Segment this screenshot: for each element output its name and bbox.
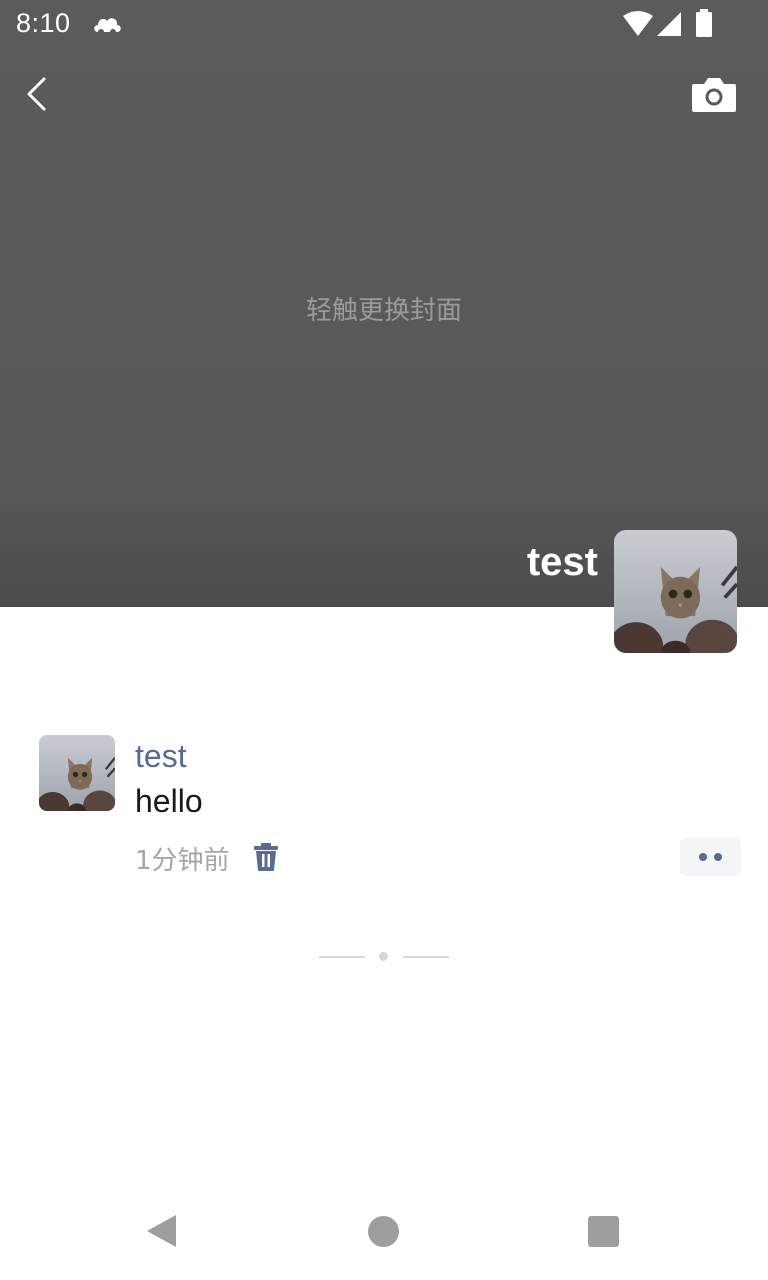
- cloud-app-icon: [94, 18, 121, 35]
- battery-icon: [696, 9, 712, 37]
- change-cover-hint: 轻触更换封面: [305, 296, 462, 326]
- status-bar: 8:10: [0, 0, 768, 48]
- back-arrow-icon: [27, 77, 46, 111]
- delete-post-button[interactable]: [252, 842, 280, 872]
- post-content: hello: [135, 783, 203, 819]
- camera-button[interactable]: [690, 74, 738, 116]
- post-timestamp: 1分钟前: [135, 846, 230, 876]
- more-dots-icon: [714, 853, 722, 861]
- camera-icon: [692, 78, 736, 112]
- wifi-icon: [623, 11, 653, 36]
- trash-icon: [254, 843, 278, 871]
- more-dots-icon: [699, 853, 707, 861]
- nav-recents-icon[interactable]: [588, 1216, 619, 1247]
- cat-avatar-image: [39, 735, 115, 811]
- end-divider-right: [403, 956, 449, 958]
- nav-back-icon[interactable]: [144, 1213, 180, 1249]
- cover-area[interactable]: 8:10 轻触更换封面 test: [0, 0, 768, 607]
- profile-name: test: [526, 540, 598, 584]
- cat-avatar-image: [614, 530, 737, 653]
- end-divider-dot: [379, 952, 388, 961]
- end-divider-left: [319, 956, 365, 958]
- post-author-name[interactable]: test: [135, 738, 187, 775]
- nav-home-icon[interactable]: [368, 1216, 399, 1247]
- profile-avatar[interactable]: [614, 530, 737, 653]
- signal-icon: [657, 12, 681, 36]
- post-author-avatar[interactable]: [39, 735, 115, 811]
- back-button[interactable]: [16, 72, 60, 116]
- status-time: 8:10: [16, 8, 71, 38]
- more-actions-button[interactable]: [680, 838, 741, 876]
